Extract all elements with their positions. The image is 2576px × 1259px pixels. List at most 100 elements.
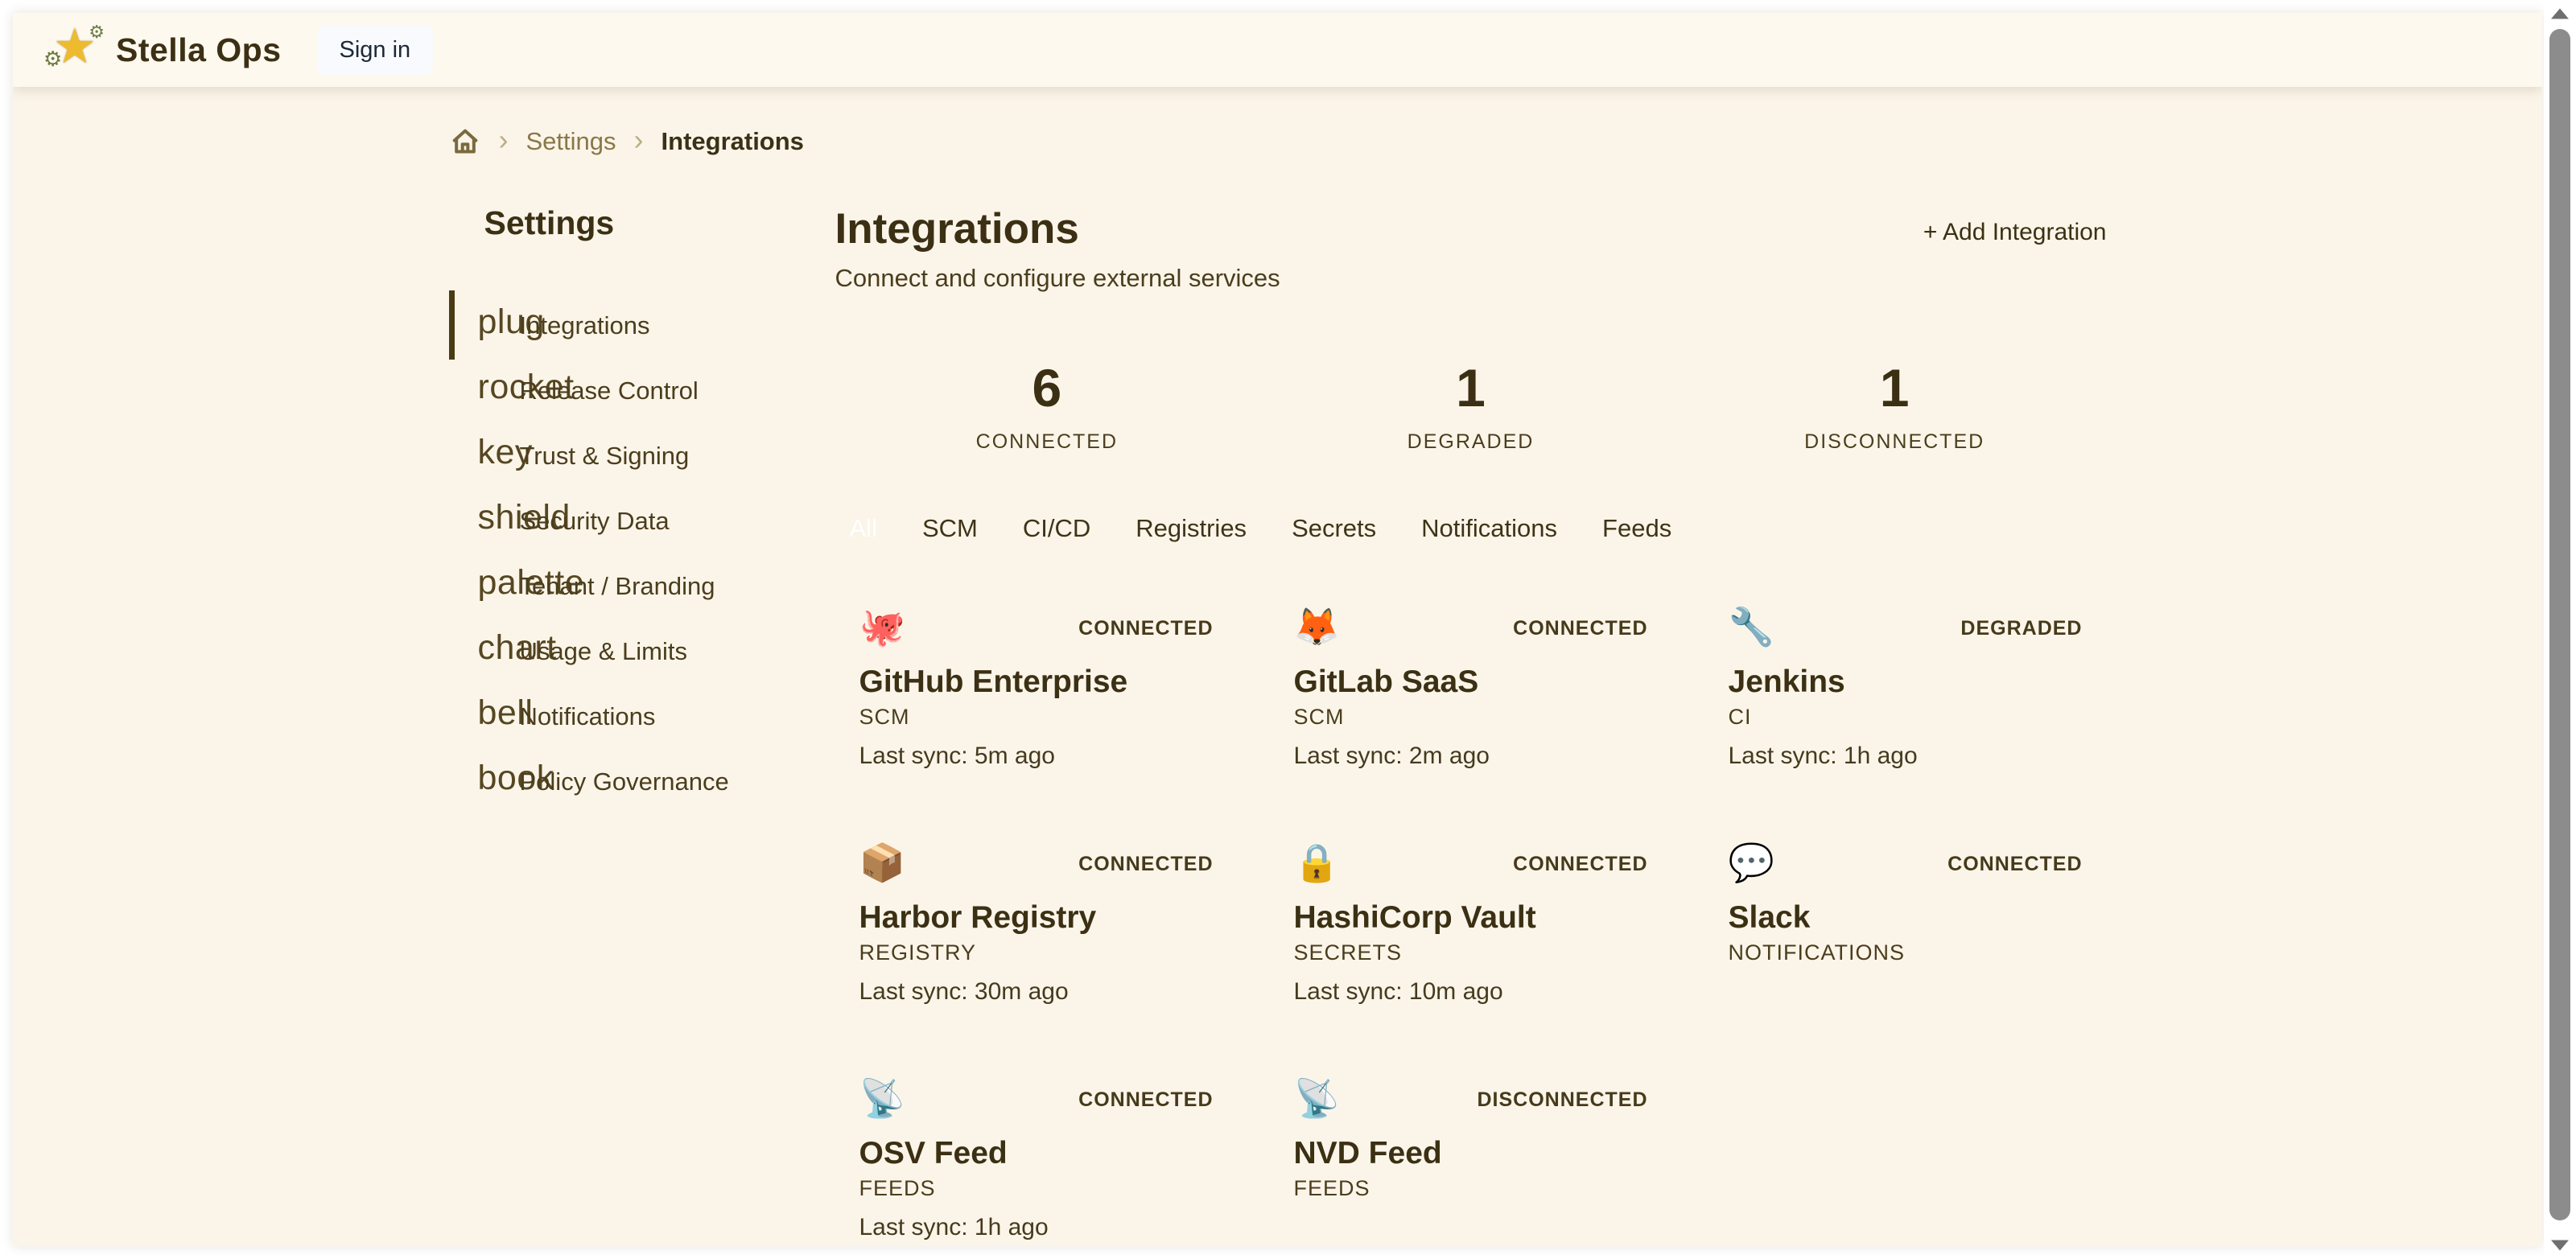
lock-icon: 🔒 — [1294, 843, 1340, 882]
tab-cicd[interactable]: CI/CD — [1023, 514, 1090, 543]
integration-card-github-enterprise[interactable]: 🐙 CONNECTED GitHub Enterprise SCM Last s… — [835, 607, 1238, 771]
status-badge: CONNECTED — [1078, 617, 1213, 640]
package-icon: 📦 — [859, 843, 905, 882]
stat-value: 1 — [1683, 361, 2107, 414]
top-bar: ⚙ ★ ⚙ Stella Ops Sign in — [13, 13, 2542, 87]
integration-category: FEEDS — [1294, 1176, 1648, 1200]
last-sync: Last sync: 1h ago — [1729, 742, 2083, 771]
integration-name: GitLab SaaS — [1294, 666, 1648, 698]
sidebar-item-release-control[interactable]: rocket Release Control — [449, 359, 803, 424]
breadcrumb-settings[interactable]: Settings — [526, 127, 616, 156]
integration-category: SCM — [1294, 705, 1648, 729]
sidebar-item-label: Trust & Signing — [520, 442, 690, 471]
settings-sidebar: Settings plug Integrations rocket Releas… — [449, 203, 803, 1242]
status-badge: CONNECTED — [1078, 853, 1213, 876]
scrollbar-thumb[interactable] — [2549, 29, 2570, 1220]
status-badge: DEGRADED — [1960, 617, 2082, 640]
integration-card-osv-feed[interactable]: 📡 CONNECTED OSV Feed FEEDS Last sync: 1h… — [835, 1079, 1238, 1242]
vertical-scrollbar[interactable] — [2544, 0, 2576, 1259]
last-sync: Last sync: 30m ago — [859, 977, 1214, 1006]
integration-card-jenkins[interactable]: 🔧 DEGRADED Jenkins CI Last sync: 1h ago — [1704, 607, 2107, 771]
sidebar-item-label: Integrations — [520, 311, 650, 340]
tab-notifications[interactable]: Notifications — [1421, 514, 1557, 543]
integration-cards: 🐙 CONNECTED GitHub Enterprise SCM Last s… — [835, 607, 2107, 1242]
integration-name: Slack — [1729, 902, 2083, 934]
add-integration-button[interactable]: + Add Integration — [1923, 219, 2107, 246]
sidebar-item-tenant-branding[interactable]: palette Tenant / Branding — [449, 554, 803, 619]
scroll-up-button[interactable] — [2544, 0, 2576, 27]
tab-scm[interactable]: SCM — [922, 514, 978, 543]
integrations-panel: Integrations Connect and configure exter… — [803, 203, 2107, 1242]
status-badge: CONNECTED — [1078, 1088, 1213, 1112]
sign-in-button[interactable]: Sign in — [317, 26, 434, 75]
speech-bubble-icon: 💬 — [1729, 843, 1774, 882]
integration-card-hashicorp-vault[interactable]: 🔒 CONNECTED HashiCorp Vault SECRETS Last… — [1270, 843, 1672, 1006]
tab-registries[interactable]: Registries — [1136, 514, 1247, 543]
sidebar-item-notifications[interactable]: bell Notifications — [449, 685, 803, 750]
sidebar-item-trust-signing[interactable]: key Trust & Signing — [449, 424, 803, 489]
tab-secrets[interactable]: Secrets — [1292, 514, 1376, 543]
integration-category: CI — [1729, 705, 2083, 729]
stat-label: DISCONNECTED — [1683, 430, 2107, 454]
integration-category: FEEDS — [859, 1176, 1214, 1200]
page-title: Integrations — [835, 206, 1280, 253]
stat-label: DEGRADED — [1259, 430, 1683, 454]
sidebar-item-integrations[interactable]: plug Integrations — [449, 294, 803, 359]
arrow-down-icon — [2551, 1240, 2569, 1251]
status-badge: CONNECTED — [1513, 617, 1647, 640]
chevron-right-icon: › — [634, 125, 644, 158]
home-icon[interactable] — [449, 125, 481, 158]
sidebar-item-label: Release Control — [520, 376, 699, 405]
brand-name: Stella Ops — [116, 31, 282, 69]
fox-icon: 🦊 — [1294, 607, 1340, 646]
integration-card-gitlab-saas[interactable]: 🦊 CONNECTED GitLab SaaS SCM Last sync: 2… — [1270, 607, 1672, 771]
last-sync — [1729, 977, 2083, 1006]
arrow-up-icon — [2551, 9, 2569, 19]
brand: ⚙ ★ ⚙ Stella Ops — [48, 23, 282, 76]
tab-all[interactable]: All — [850, 514, 877, 543]
sidebar-item-label: Notifications — [520, 702, 656, 731]
stat-label: CONNECTED — [835, 430, 1259, 454]
sidebar-item-label: Security Data — [520, 507, 670, 536]
last-sync — [1294, 1213, 1648, 1242]
stella-ops-logo-icon: ⚙ ★ ⚙ — [48, 23, 101, 76]
integration-category: SECRETS — [1294, 940, 1648, 965]
status-badge: DISCONNECTED — [1477, 1088, 1647, 1112]
sidebar-item-usage-limits[interactable]: chart Usage & Limits — [449, 619, 803, 685]
stat-connected: 6 CONNECTED — [835, 361, 1259, 454]
stat-value: 6 — [835, 361, 1259, 414]
sidebar-item-security-data[interactable]: shield Security Data — [449, 489, 803, 554]
stat-degraded: 1 DEGRADED — [1259, 361, 1683, 454]
last-sync: Last sync: 10m ago — [1294, 977, 1648, 1006]
integration-category: REGISTRY — [859, 940, 1214, 965]
breadcrumb-current: Integrations — [662, 127, 804, 156]
integration-category: NOTIFICATIONS — [1729, 940, 2083, 965]
sidebar-item-label: Policy Governance — [520, 767, 729, 796]
integration-name: HashiCorp Vault — [1294, 902, 1648, 934]
page-subtitle: Connect and configure external services — [835, 264, 1280, 293]
stat-disconnected: 1 DISCONNECTED — [1683, 361, 2107, 454]
satellite-antenna-icon: 📡 — [859, 1079, 905, 1117]
integration-name: Harbor Registry — [859, 902, 1214, 934]
last-sync: Last sync: 5m ago — [859, 742, 1214, 771]
status-summary: 6 CONNECTED 1 DEGRADED 1 DISCONNECTED — [835, 361, 2107, 454]
last-sync: Last sync: 2m ago — [1294, 742, 1648, 771]
status-badge: CONNECTED — [1947, 853, 2082, 876]
breadcrumb: › Settings › Integrations — [449, 125, 2107, 158]
sidebar-item-policy-governance[interactable]: book Policy Governance — [449, 750, 803, 815]
integration-card-slack[interactable]: 💬 CONNECTED Slack NOTIFICATIONS — [1704, 843, 2107, 1006]
sidebar-item-label: Usage & Limits — [520, 637, 687, 666]
tab-feeds[interactable]: Feeds — [1602, 514, 1671, 543]
sidebar-nav: plug Integrations rocket Release Control… — [449, 294, 803, 815]
integration-category: SCM — [859, 705, 1214, 729]
integration-card-harbor-registry[interactable]: 📦 CONNECTED Harbor Registry REGISTRY Las… — [835, 843, 1238, 1006]
chevron-right-icon: › — [499, 125, 509, 158]
category-tabs: All SCM CI/CD Registries Secrets Notific… — [835, 514, 2107, 543]
app-window: ⚙ ★ ⚙ Stella Ops Sign in › Settings › In… — [13, 13, 2542, 1246]
last-sync: Last sync: 1h ago — [859, 1213, 1214, 1242]
integration-name: OSV Feed — [859, 1138, 1214, 1170]
integration-card-nvd-feed[interactable]: 📡 DISCONNECTED NVD Feed FEEDS — [1270, 1079, 1672, 1242]
stat-value: 1 — [1259, 361, 1683, 414]
integration-name: NVD Feed — [1294, 1138, 1648, 1170]
scroll-down-button[interactable] — [2544, 1232, 2576, 1259]
